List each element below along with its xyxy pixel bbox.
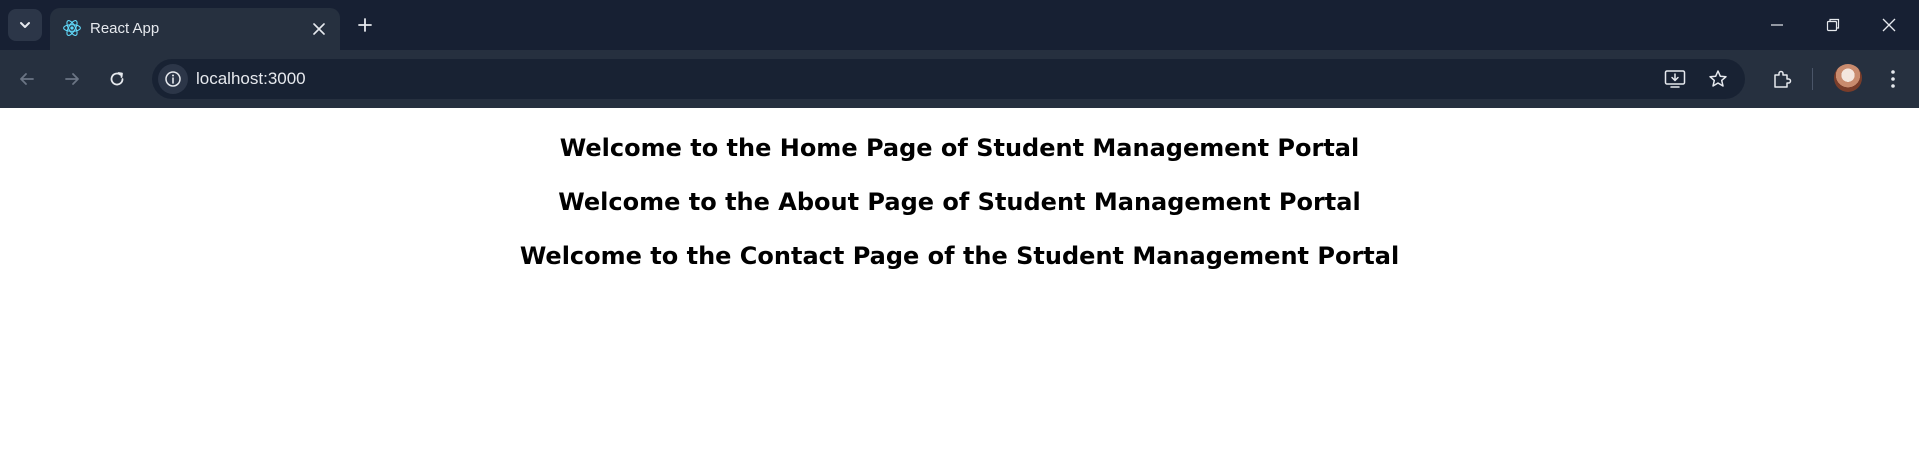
restore-icon xyxy=(1826,18,1840,32)
close-icon xyxy=(1882,18,1896,32)
tab-close-button[interactable] xyxy=(308,18,330,40)
contact-heading: Welcome to the Contact Page of the Stude… xyxy=(519,242,1400,270)
address-bar[interactable]: localhost:3000 xyxy=(152,59,1745,99)
profile-avatar[interactable] xyxy=(1834,64,1862,92)
about-heading: Welcome to the About Page of Student Man… xyxy=(558,188,1361,216)
plus-icon xyxy=(358,18,372,32)
chevron-down-icon xyxy=(20,22,30,28)
extensions-button[interactable] xyxy=(1767,64,1797,94)
minimize-icon xyxy=(1771,24,1783,26)
back-button[interactable] xyxy=(12,64,42,94)
url-text[interactable]: localhost:3000 xyxy=(196,69,306,89)
tab-search-button[interactable] xyxy=(8,9,42,41)
home-heading: Welcome to the Home Page of Student Mana… xyxy=(559,134,1360,162)
browser-toolbar: localhost:3000 xyxy=(0,50,1919,108)
new-tab-button[interactable] xyxy=(352,12,378,38)
puzzle-icon xyxy=(1774,70,1792,88)
restore-button[interactable] xyxy=(1806,0,1860,50)
more-vertical-icon xyxy=(1891,70,1895,88)
arrow-left-icon xyxy=(20,73,34,85)
info-icon xyxy=(165,71,181,87)
page-viewport: Welcome to the Home Page of Student Mana… xyxy=(0,108,1919,451)
star-icon xyxy=(1709,70,1727,87)
forward-button[interactable] xyxy=(57,64,87,94)
install-app-button[interactable] xyxy=(1662,66,1688,92)
bookmark-button[interactable] xyxy=(1705,66,1731,92)
close-icon xyxy=(313,23,325,35)
active-tab[interactable]: React App xyxy=(50,8,340,50)
toolbar-divider xyxy=(1812,68,1813,90)
tab-strip: React App xyxy=(0,0,1919,50)
site-info-button[interactable] xyxy=(158,64,188,94)
reload-button[interactable] xyxy=(102,64,132,94)
minimize-button[interactable] xyxy=(1750,0,1804,50)
reload-icon xyxy=(110,72,124,86)
tab-title: React App xyxy=(90,20,160,37)
browser-menu-button[interactable] xyxy=(1878,64,1908,94)
arrow-right-icon xyxy=(65,73,79,85)
close-window-button[interactable] xyxy=(1862,0,1916,50)
react-icon xyxy=(63,20,81,36)
install-icon xyxy=(1664,70,1686,88)
